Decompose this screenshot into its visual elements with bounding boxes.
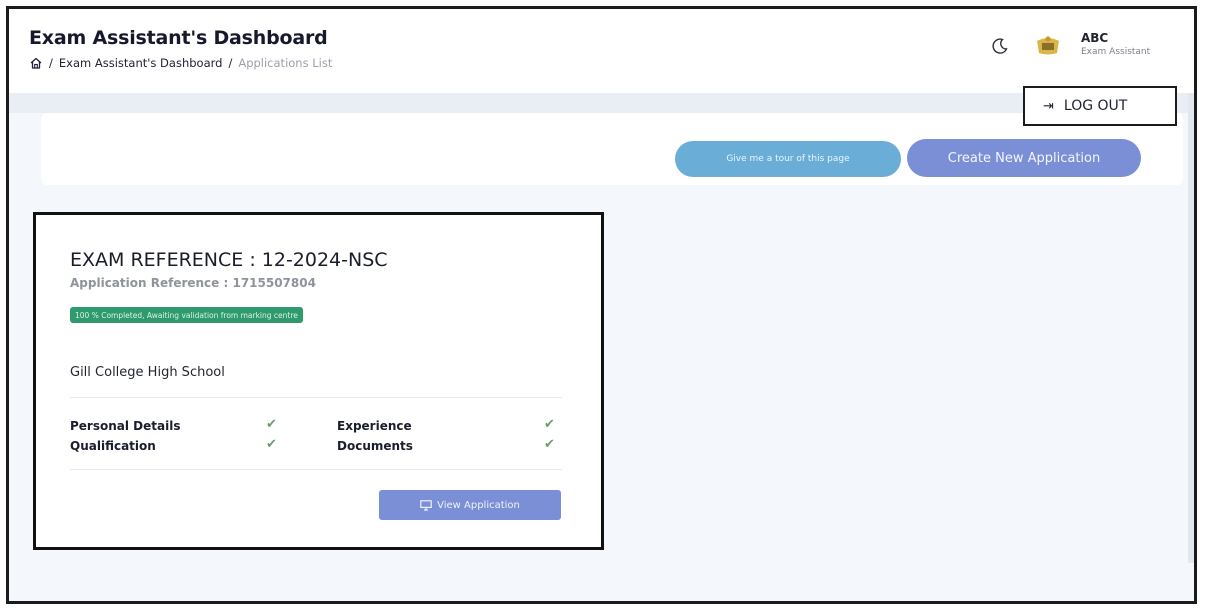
view-application-label: View Application xyxy=(437,499,520,511)
exam-reference: EXAM REFERENCE : 12-2024-NSC xyxy=(70,249,388,271)
user-role[interactable]: Exam Assistant xyxy=(1081,47,1150,57)
checklist-label-personal-details: Personal Details xyxy=(70,419,181,433)
user-dropdown-menu: ⇥ LOG OUT xyxy=(1023,86,1177,126)
check-icon: ✔ xyxy=(266,437,277,452)
user-name[interactable]: ABC xyxy=(1081,31,1108,45)
checklist-label-experience: Experience xyxy=(337,419,412,433)
divider xyxy=(70,469,562,470)
breadcrumb-dashboard[interactable]: Exam Assistant's Dashboard xyxy=(59,56,223,70)
crest-icon xyxy=(1037,36,1059,55)
application-card-frame: EXAM REFERENCE : 12-2024-NSC Application… xyxy=(33,212,604,550)
home-icon[interactable] xyxy=(29,56,43,70)
divider xyxy=(70,397,562,398)
checklist-label-documents: Documents xyxy=(337,439,413,453)
header-band xyxy=(9,93,1194,113)
create-application-button[interactable]: Create New Application xyxy=(907,139,1141,177)
moon-icon[interactable] xyxy=(991,37,1009,55)
application-reference: Application Reference : 1715507804 xyxy=(70,276,316,290)
breadcrumb-separator: / xyxy=(49,56,53,70)
status-badge: 100 % Completed, Awaiting validation fro… xyxy=(70,307,303,323)
breadcrumb: / Exam Assistant's Dashboard / Applicati… xyxy=(29,56,332,70)
monitor-icon xyxy=(420,499,432,511)
breadcrumb-separator: / xyxy=(228,56,233,70)
tour-button[interactable]: Give me a tour of this page xyxy=(675,141,901,177)
logout-icon[interactable]: ⇥ xyxy=(1043,99,1054,114)
view-application-button[interactable]: View Application xyxy=(379,490,561,520)
top-header: Exam Assistant's Dashboard / Exam Assist… xyxy=(9,9,1194,93)
scrollbar[interactable] xyxy=(1188,93,1194,563)
breadcrumb-applications-list: Applications List xyxy=(238,56,333,70)
check-icon: ✔ xyxy=(544,437,555,452)
checklist-label-qualification: Qualification xyxy=(70,439,156,453)
logout-menu-item[interactable]: LOG OUT xyxy=(1064,98,1127,114)
page-title: Exam Assistant's Dashboard xyxy=(29,27,328,49)
app-window: Exam Assistant's Dashboard / Exam Assist… xyxy=(6,6,1197,604)
actions-panel: Give me a tour of this page Create New A… xyxy=(41,113,1183,185)
application-card: EXAM REFERENCE : 12-2024-NSC Application… xyxy=(48,225,580,525)
check-icon: ✔ xyxy=(544,417,555,432)
check-icon: ✔ xyxy=(266,417,277,432)
school-name: Gill College High School xyxy=(70,365,225,380)
